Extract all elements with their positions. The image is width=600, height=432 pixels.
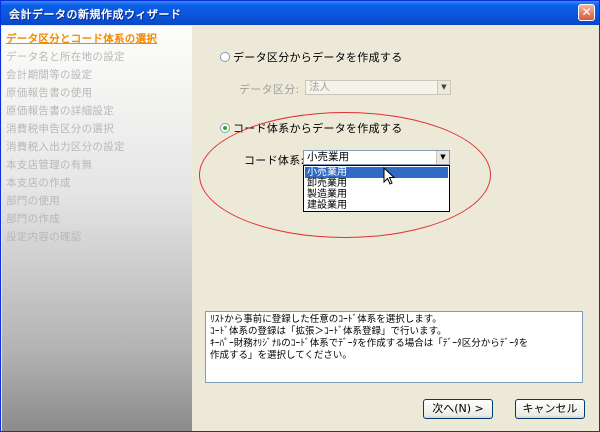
data-class-combo: 法人 ▼ [305,80,451,95]
code-system-value: 小売業用 [307,151,349,163]
radio-from-data-class[interactable] [220,52,230,62]
code-system-dropdown-list[interactable]: 小売業用 卸売業用 製造業用 建設業用 [303,165,450,212]
dropdown-option[interactable]: 卸売業用 [305,178,448,189]
title-bar[interactable]: 会計データの新規作成ウィザード ✕ [1,1,599,25]
radio-from-code-system[interactable] [220,123,230,133]
step-item: 会計期間等の設定 [6,69,93,81]
data-class-value: 法人 [309,81,330,93]
step-item: 設定内容の確認 [6,231,82,243]
step-item: 原価報告書の詳細設定 [6,105,114,117]
radio-from-code-system-label[interactable]: コード体系からデータを作成する [233,120,403,136]
step-item: データ名と所在地の設定 [6,51,125,63]
wizard-window: 会計データの新規作成ウィザード ✕ データ区分とコード体系の選択 データ名と所在… [0,0,600,432]
window-title: 会計データの新規作成ウィザード [9,8,182,21]
step-item: 本支店の作成 [6,177,71,189]
cancel-button[interactable]: キャンセル [515,399,585,419]
chevron-down-icon[interactable]: ▼ [436,151,449,164]
dropdown-option[interactable]: 建設業用 [305,200,448,211]
dropdown-option[interactable]: 製造業用 [305,189,448,200]
description-box: ﾘｽﾄから事前に登録した任意のｺｰﾄﾞ体系を選択します。 ｺｰﾄﾞ体系の登録は「… [205,311,583,383]
step-item: 部門の作成 [6,213,60,225]
code-system-label: コード体系: [244,154,305,167]
step-item: 本支店管理の有無 [6,159,93,171]
data-class-label: データ区分: [239,83,300,96]
step-item: 部門の使用 [6,195,60,207]
wizard-steps-sidebar: データ区分とコード体系の選択 データ名と所在地の設定 会計期間等の設定 原価報告… [2,26,192,431]
step-item: データ区分とコード体系の選択 [6,33,158,45]
dropdown-option[interactable]: 小売業用 [305,167,448,178]
code-system-combo[interactable]: 小売業用 ▼ [303,150,450,165]
step-item: 原価報告書の使用 [6,87,93,99]
close-button[interactable]: ✕ [578,4,595,21]
wizard-content: データ区分からデータを作成する データ区分: 法人 ▼ コード体系からデータを作… [193,26,599,431]
step-item: 消費税入出力区分の設定 [6,141,125,153]
next-button[interactable]: 次へ(N) > [423,399,493,419]
radio-from-data-class-label[interactable]: データ区分からデータを作成する [233,49,403,65]
step-item: 消費税申告区分の選択 [6,123,114,135]
mouse-cursor-icon [383,167,395,185]
chevron-down-icon: ▼ [437,81,450,94]
